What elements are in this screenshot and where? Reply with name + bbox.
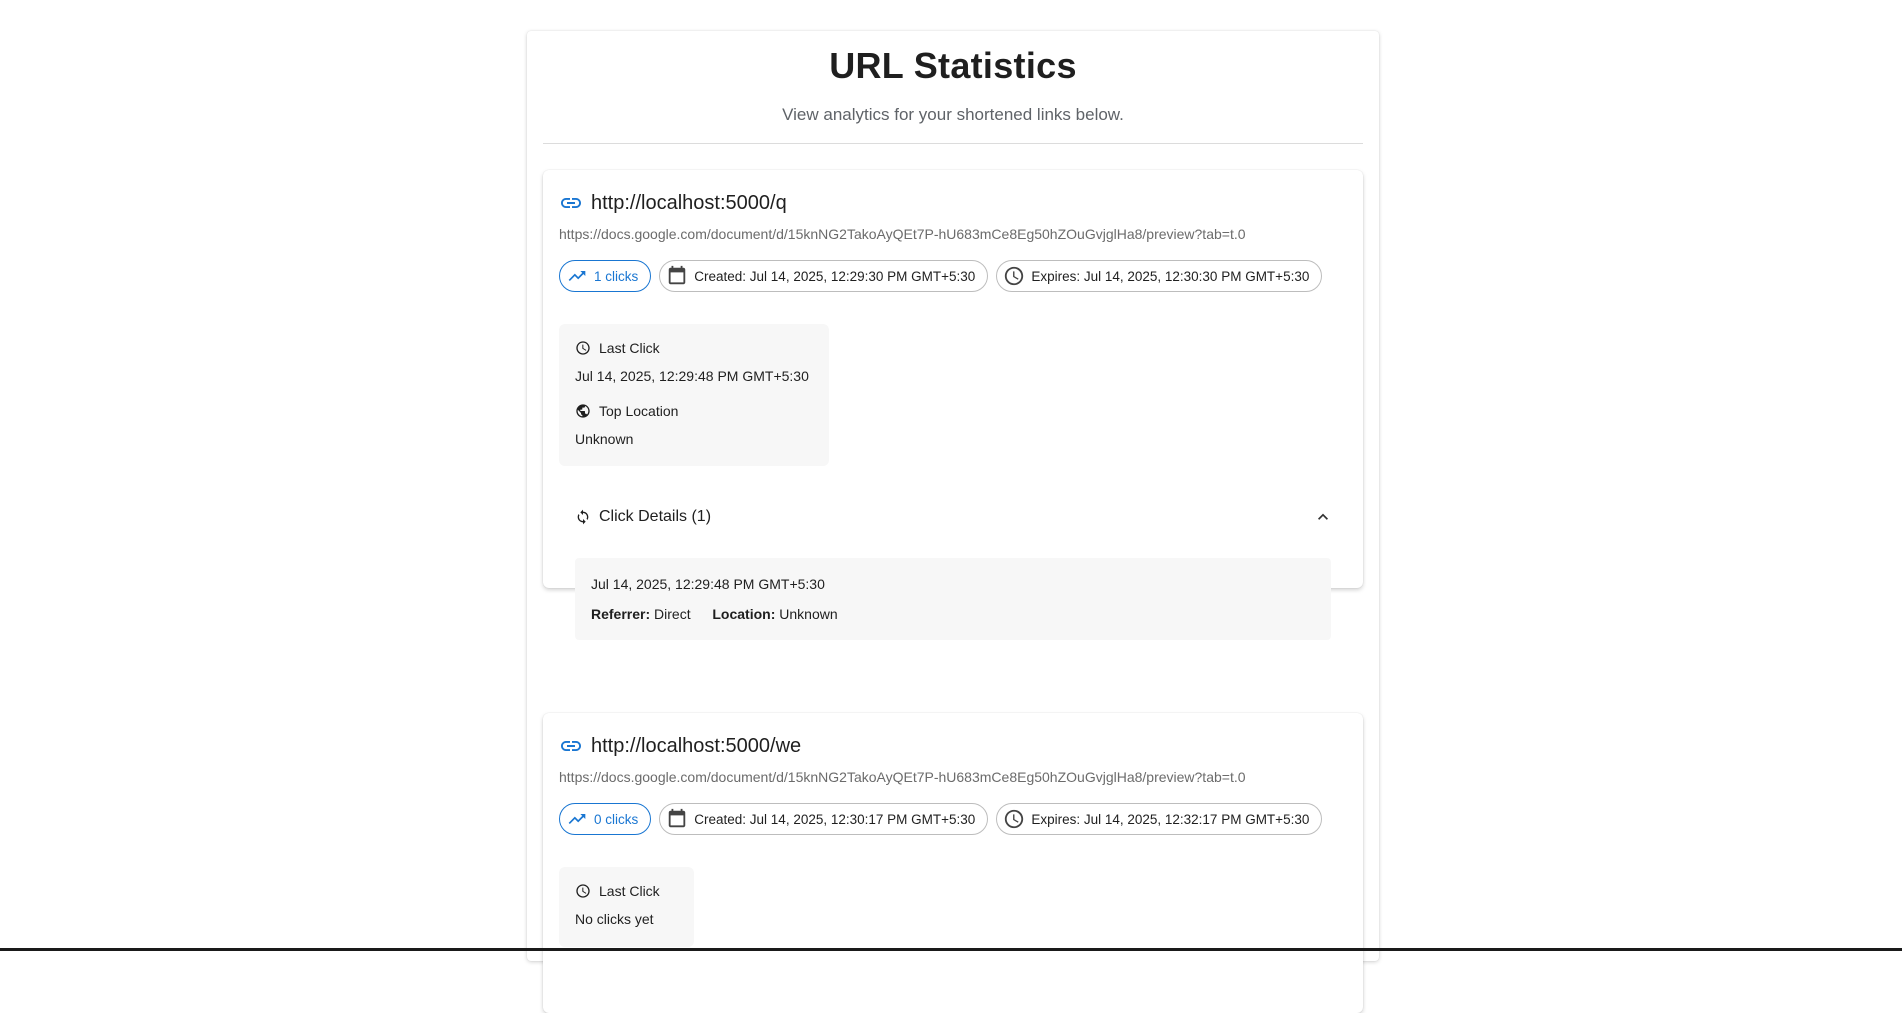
referrer-value: Direct (654, 606, 691, 622)
location-label: Location: (712, 606, 776, 622)
clicks-count: 1 clicks (594, 268, 639, 284)
expires-chip: Expires: Jul 14, 2025, 12:30:30 PM GMT+5… (996, 260, 1323, 292)
calendar-icon (666, 808, 688, 830)
location-value: Unknown (779, 606, 838, 622)
clock-icon (1003, 265, 1025, 287)
page-subtitle: View analytics for your shortened links … (782, 105, 1124, 124)
clock-icon (575, 340, 591, 356)
card-header: http://localhost:5000/we (559, 733, 801, 759)
click-details-label: Click Details (1) (599, 508, 712, 525)
created-chip: Created: Jul 14, 2025, 12:30:17 PM GMT+5… (659, 803, 989, 835)
original-url: https://docs.google.com/document/d/15knN… (559, 226, 1246, 242)
calendar-icon (666, 265, 688, 287)
short-url-link[interactable]: http://localhost:5000/we (591, 735, 801, 758)
stat-chips: 1 clicks Created: Jul 14, 2025, 12:29:30… (559, 260, 1323, 292)
last-click-label: Last Click (599, 340, 660, 356)
expiry-date: Expires: Jul 14, 2025, 12:30:30 PM GMT+5… (1031, 268, 1310, 284)
click-details-toggle[interactable]: Click Details (1) (559, 492, 1347, 542)
created-date: Created: Jul 14, 2025, 12:29:30 PM GMT+5… (694, 268, 976, 284)
last-click-value: Jul 14, 2025, 12:29:48 PM GMT+5:30 (575, 368, 809, 384)
link-icon (559, 191, 583, 215)
created-chip: Created: Jul 14, 2025, 12:29:30 PM GMT+5… (659, 260, 989, 292)
top-location-value: Unknown (575, 431, 634, 447)
page-title: URL Statistics (829, 45, 1077, 86)
short-url-link[interactable]: http://localhost:5000/q (591, 192, 787, 215)
top-location-heading: Top Location (575, 403, 678, 419)
stat-chips: 0 clicks Created: Jul 14, 2025, 12:30:17… (559, 803, 1323, 835)
expiry-date: Expires: Jul 14, 2025, 12:32:17 PM GMT+5… (1031, 811, 1310, 827)
url-card: http://localhost:5000/we https://docs.go… (543, 713, 1363, 1013)
last-click-label: Last Click (599, 883, 660, 899)
link-icon (559, 734, 583, 758)
expires-chip: Expires: Jul 14, 2025, 12:32:17 PM GMT+5… (996, 803, 1323, 835)
created-date: Created: Jul 14, 2025, 12:30:17 PM GMT+5… (694, 811, 976, 827)
stats-summary: Last Click No clicks yet (559, 867, 694, 947)
globe-icon (575, 403, 591, 419)
trending-up-icon (566, 808, 588, 830)
card-header: http://localhost:5000/q (559, 190, 787, 216)
referrer-label: Referrer: (591, 606, 651, 622)
clicks-chip: 0 clicks (559, 803, 652, 835)
click-meta: Referrer: Direct Location: Unknown (591, 606, 838, 622)
statistics-panel: URL Statistics View analytics for your s… (527, 31, 1379, 1013)
click-entry: Jul 14, 2025, 12:29:48 PM GMT+5:30 Refer… (575, 558, 1331, 640)
clicks-count: 0 clicks (594, 811, 639, 827)
click-timestamp: Jul 14, 2025, 12:29:48 PM GMT+5:30 (591, 576, 825, 592)
trending-up-icon (566, 265, 588, 287)
last-click-heading: Last Click (575, 883, 660, 899)
stats-summary: Last Click Jul 14, 2025, 12:29:48 PM GMT… (559, 324, 829, 466)
clock-icon (575, 883, 591, 899)
last-click-value: No clicks yet (575, 911, 654, 927)
clicks-chip: 1 clicks (559, 260, 652, 292)
top-location-label: Top Location (599, 403, 679, 419)
clock-icon (1003, 808, 1025, 830)
url-card: http://localhost:5000/q https://docs.goo… (543, 170, 1363, 640)
last-click-heading: Last Click (575, 340, 660, 356)
chevron-up-icon[interactable] (1313, 507, 1333, 527)
sync-icon (575, 509, 591, 525)
divider (543, 143, 1363, 144)
original-url: https://docs.google.com/document/d/15knN… (559, 769, 1246, 785)
